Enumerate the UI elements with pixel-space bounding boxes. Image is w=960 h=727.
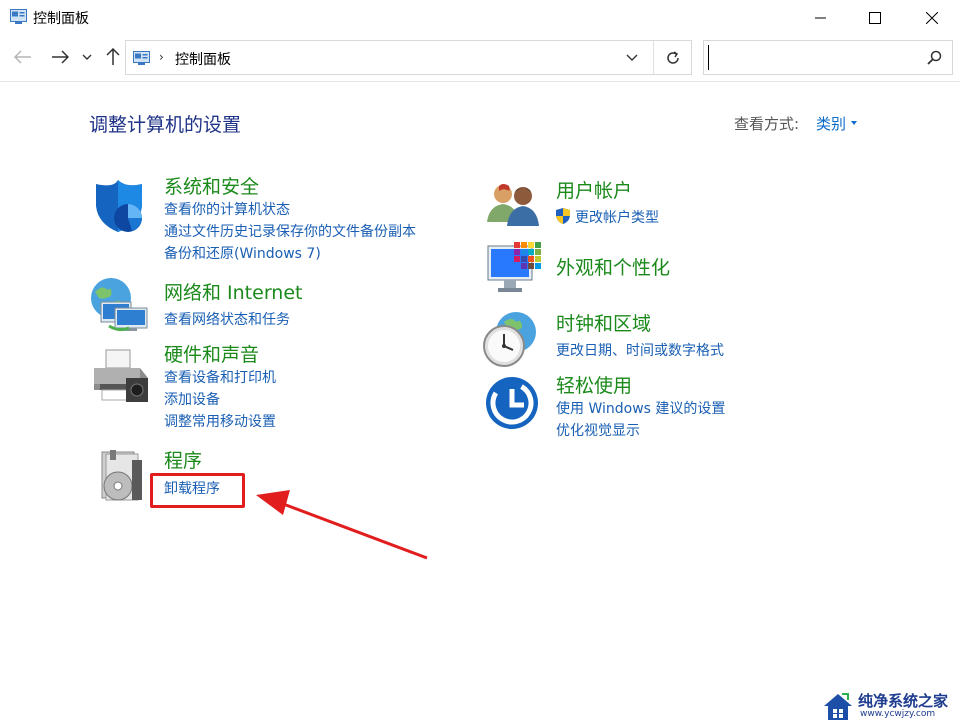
- category-title[interactable]: 硬件和声音: [164, 340, 259, 367]
- maximize-icon: [869, 12, 881, 24]
- chevron-down-icon: [82, 54, 92, 60]
- shield-icon[interactable]: [92, 178, 148, 234]
- title-bar: 控制面板: [0, 0, 960, 36]
- printer-icon[interactable]: [90, 348, 152, 404]
- category-title[interactable]: 外观和个性化: [556, 253, 670, 280]
- navigation-bar: › 控制面板: [0, 36, 960, 82]
- forward-button[interactable]: [48, 45, 72, 69]
- link-change-account-type[interactable]: 更改帐户类型: [575, 207, 659, 227]
- category-title[interactable]: 用户帐户: [556, 176, 632, 203]
- category-title[interactable]: 时钟和区域: [556, 309, 651, 336]
- search-icon[interactable]: [927, 50, 942, 65]
- minimize-button[interactable]: [798, 0, 844, 36]
- back-button[interactable]: [11, 45, 35, 69]
- category-title[interactable]: 轻松使用: [556, 371, 632, 398]
- search-input[interactable]: [708, 45, 908, 70]
- link-windows-suggested-settings[interactable]: 使用 Windows 建议的设置: [556, 398, 725, 418]
- link-view-computer-status[interactable]: 查看你的计算机状态: [164, 199, 290, 219]
- watermark-url: www.ycwjzy.com: [860, 709, 936, 719]
- users-icon[interactable]: [485, 182, 541, 228]
- watermark-logo: 纯净系统之家 www.ycwjzy.com: [822, 690, 958, 724]
- recent-locations-button[interactable]: [78, 45, 96, 69]
- link-file-history-backup[interactable]: 通过文件历史记录保存你的文件备份副本: [164, 221, 416, 241]
- up-button[interactable]: [101, 45, 125, 69]
- breadcrumb-separator[interactable]: ›: [159, 50, 164, 64]
- link-backup-restore[interactable]: 备份和还原(Windows 7): [164, 243, 321, 263]
- highlight-box: [150, 473, 245, 508]
- window-title: 控制面板: [33, 11, 89, 27]
- minimize-icon: [815, 17, 826, 19]
- arrow-left-icon: [14, 50, 31, 64]
- close-button[interactable]: [909, 0, 955, 36]
- search-box[interactable]: [703, 40, 953, 75]
- refresh-icon: [666, 50, 679, 64]
- address-bar[interactable]: › 控制面板: [125, 40, 692, 75]
- control-panel-icon: [10, 9, 27, 24]
- view-by-dropdown[interactable]: 类别: [816, 113, 846, 134]
- uac-shield-icon: [556, 208, 570, 224]
- control-panel-icon: [133, 51, 150, 65]
- watermark-house-icon: [824, 693, 852, 720]
- close-icon: [926, 12, 938, 24]
- network-globe-icon[interactable]: [89, 276, 151, 334]
- address-history-button[interactable]: [621, 47, 643, 69]
- ease-of-access-icon[interactable]: [484, 375, 540, 431]
- arrow-up-icon: [106, 48, 120, 65]
- programs-disc-icon[interactable]: [96, 448, 146, 504]
- category-title[interactable]: 系统和安全: [164, 172, 259, 199]
- category-title[interactable]: 网络和 Internet: [164, 278, 302, 305]
- maximize-button[interactable]: [852, 0, 898, 36]
- link-add-device[interactable]: 添加设备: [164, 389, 220, 409]
- link-change-date-time-format[interactable]: 更改日期、时间或数字格式: [556, 340, 724, 360]
- page-title: 调整计算机的设置: [89, 114, 242, 136]
- link-devices-printers[interactable]: 查看设备和打印机: [164, 367, 276, 387]
- chevron-down-icon: [626, 54, 638, 61]
- view-by-label: 查看方式:: [734, 115, 800, 133]
- clock-globe-icon[interactable]: [482, 310, 540, 368]
- breadcrumb-control-panel[interactable]: 控制面板: [175, 49, 231, 69]
- category-title[interactable]: 程序: [164, 446, 202, 473]
- watermark-name: 纯净系统之家: [858, 692, 949, 710]
- refresh-button[interactable]: [653, 41, 691, 74]
- link-mobility-settings[interactable]: 调整常用移动设置: [164, 411, 276, 431]
- link-optimize-visual-display[interactable]: 优化视觉显示: [556, 420, 640, 440]
- caret-down-icon[interactable]: [851, 121, 857, 125]
- link-network-status[interactable]: 查看网络状态和任务: [164, 309, 290, 329]
- arrow-right-icon: [52, 50, 69, 64]
- monitor-palette-icon[interactable]: [486, 240, 544, 298]
